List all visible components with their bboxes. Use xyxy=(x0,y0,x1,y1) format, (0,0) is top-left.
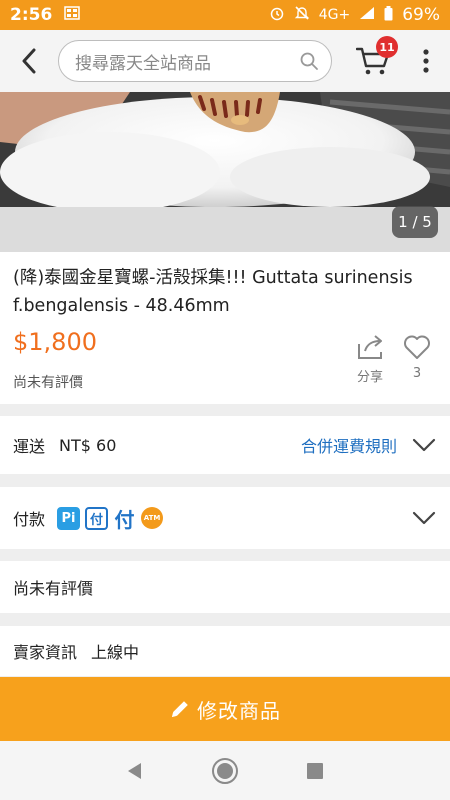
payment-row[interactable]: 付款 Pi 付 付 ATM xyxy=(0,487,450,549)
status-bar: 2:56 4G+ 69% xyxy=(0,0,450,30)
edit-product-label: 修改商品 xyxy=(197,698,281,723)
status-time: 2:56 xyxy=(10,5,53,25)
combined-shipping-rules-link[interactable]: 合併運費規則 xyxy=(301,433,397,457)
product-title: (降)泰國金星寶螺-活殼採集!!! Guttata surinensis f.b… xyxy=(13,268,413,316)
share-icon xyxy=(358,335,382,359)
status-right: 4G+ 69% xyxy=(269,5,440,25)
notification-icon xyxy=(64,5,81,26)
search-icon xyxy=(300,52,318,70)
more-options-button[interactable] xyxy=(406,30,446,92)
reviews-text: 尚未有評價 xyxy=(13,579,94,598)
system-nav-bar xyxy=(0,741,450,800)
nav-recents-button[interactable] xyxy=(300,756,330,786)
nav-home-button[interactable] xyxy=(210,756,240,786)
product-info-card: (降)泰國金星寶螺-活殼採集!!! Guttata surinensis f.b… xyxy=(0,252,450,404)
signal-icon xyxy=(359,6,375,24)
payment-label: 付款 xyxy=(13,510,46,529)
chevron-down-icon[interactable] xyxy=(411,432,437,458)
app-header: 搜尋露天全站商品 11 xyxy=(0,30,450,92)
edit-product-button[interactable]: 修改商品 xyxy=(0,677,450,741)
reviews-row[interactable]: 尚未有評價 xyxy=(0,561,450,613)
heart-icon xyxy=(404,335,430,359)
alarm-icon xyxy=(269,5,285,25)
back-arrow-icon xyxy=(22,48,36,74)
seller-online-status: 上線中 xyxy=(91,643,140,662)
rating-status: 尚未有評價 xyxy=(13,375,83,391)
fu-pay-outline-icon: 付 xyxy=(113,506,137,532)
atm-icon: ATM xyxy=(141,507,164,529)
nav-back-button[interactable] xyxy=(120,756,150,786)
search-input[interactable]: 搜尋露天全站商品 xyxy=(58,40,332,82)
share-button[interactable]: 分享 xyxy=(350,334,390,385)
product-photo xyxy=(0,92,450,252)
network-label: 4G+ xyxy=(318,7,351,23)
shipping-label: 運送 xyxy=(13,437,46,456)
triangle-back-icon xyxy=(128,762,141,779)
photo-counter: 1 / 5 xyxy=(392,206,438,238)
cart-count-badge: 11 xyxy=(376,36,398,58)
battery-level: 69% xyxy=(402,5,440,25)
square-recents-icon xyxy=(307,762,323,779)
pencil-icon xyxy=(169,698,191,720)
product-price: $1,800 xyxy=(13,328,97,356)
share-label: 分享 xyxy=(356,370,383,385)
seller-info-row[interactable]: 賣家資訊 上線中 xyxy=(0,626,450,676)
shipping-fee: NT$ 60 xyxy=(59,435,117,455)
like-button[interactable]: 3 xyxy=(400,334,434,381)
like-count: 3 xyxy=(412,366,422,381)
back-button[interactable] xyxy=(0,30,58,92)
search-placeholder: 搜尋露天全站商品 xyxy=(75,53,211,74)
shipping-row[interactable]: 運送 NT$ 60 合併運費規則 xyxy=(0,416,450,474)
fu-pay-icon: 付 xyxy=(85,506,109,530)
product-photo-carousel[interactable]: 1 / 5 xyxy=(0,92,450,252)
home-circle-icon xyxy=(212,757,238,784)
seller-info-label: 賣家資訊 xyxy=(13,643,78,662)
cart-button[interactable]: 11 xyxy=(340,30,406,92)
chevron-down-icon[interactable] xyxy=(411,505,437,531)
more-vertical-icon xyxy=(423,49,429,73)
pi-wallet-icon: Pi xyxy=(57,506,81,530)
mute-icon xyxy=(294,5,310,25)
battery-icon xyxy=(384,5,393,25)
payment-methods: Pi 付 付 ATM xyxy=(57,506,164,532)
